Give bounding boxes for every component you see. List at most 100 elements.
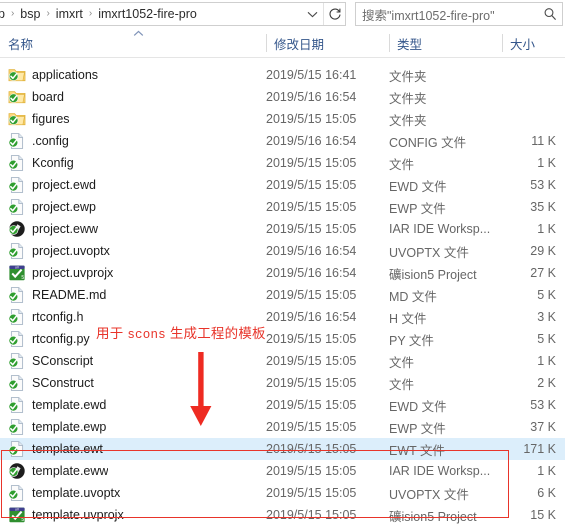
file-type: CONFIG 文件 [389, 135, 467, 150]
iar-workspace-icon [8, 220, 26, 238]
file-name: SConstruct [32, 376, 94, 390]
column-header-date-modified[interactable]: 修改日期 [266, 29, 389, 57]
file-type: 文件 [389, 377, 415, 392]
search-input[interactable]: 搜索"imxrt1052-fire-pro" [356, 5, 538, 24]
file-date-modified: 2019/5/15 15:05 [266, 376, 357, 390]
breadcrumb[interactable]: p › bsp › imxrt › imxrt1052-fire-pro [0, 3, 301, 25]
chevron-down-icon[interactable] [301, 3, 323, 25]
file-type: EWD 文件 [389, 399, 447, 414]
file-date-modified: 2019/5/15 15:05 [266, 332, 357, 346]
file-date-modified: 2019/5/16 16:54 [266, 310, 357, 324]
file-icon [8, 154, 26, 172]
file-icon [8, 132, 26, 150]
table-row[interactable]: figures 2019/5/15 15:05 文件夹 [0, 108, 565, 130]
file-type: PY 文件 [389, 333, 434, 348]
table-row[interactable]: rtconfig.py 2019/5/15 15:05 PY 文件 5 K [0, 328, 565, 350]
table-row[interactable]: SConstruct 2019/5/15 15:05 文件 2 K [0, 372, 565, 394]
file-name: template.ewp [32, 420, 107, 434]
file-icon [8, 352, 26, 370]
file-size: 1 K [537, 354, 556, 368]
address-bar[interactable]: p › bsp › imxrt › imxrt1052-fire-pro [0, 2, 346, 26]
file-type: 文件 [389, 157, 415, 172]
breadcrumb-separator-icon: › [46, 8, 50, 19]
annotation-note-suffix: 生成工程的模板 [165, 326, 266, 341]
file-name: board [32, 90, 64, 104]
file-date-modified: 2019/5/15 16:41 [266, 68, 357, 82]
table-row[interactable]: project.uvoptx 2019/5/16 16:54 UVOPTX 文件 29… [0, 240, 565, 262]
folder-icon [8, 110, 26, 128]
search-box[interactable]: 搜索"imxrt1052-fire-pro" [355, 2, 563, 26]
table-row[interactable]: template.ewd 2019/5/15 15:05 EWD 文件 53 K [0, 394, 565, 416]
breadcrumb-item-0[interactable]: p [0, 3, 7, 25]
table-row[interactable]: rtconfig.h 2019/5/16 16:54 H 文件 3 K [0, 306, 565, 328]
sort-ascending-icon [133, 30, 144, 39]
file-date-modified: 2019/5/15 15:05 [266, 288, 357, 302]
file-date-modified: 2019/5/15 15:05 [266, 112, 357, 126]
file-date-modified: 2019/5/15 15:05 [266, 222, 357, 236]
table-row[interactable]: project.ewp 2019/5/15 15:05 EWP 文件 35 K [0, 196, 565, 218]
table-row[interactable]: SConscript 2019/5/15 15:05 文件 1 K [0, 350, 565, 372]
table-row[interactable]: applications 2019/5/15 16:41 文件夹 [0, 64, 565, 86]
table-row[interactable]: README.md 2019/5/15 15:05 MD 文件 5 K [0, 284, 565, 306]
file-icon [8, 374, 26, 392]
column-divider [266, 34, 267, 52]
file-name: project.uvoptx [32, 244, 110, 258]
file-type: 礦ision5 Project [389, 267, 477, 282]
file-name: project.eww [32, 222, 98, 236]
refresh-icon[interactable] [323, 3, 345, 25]
breadcrumb-item-2[interactable]: imxrt [54, 3, 85, 25]
column-header-date-label: 修改日期 [274, 37, 325, 52]
table-row[interactable]: template.ewp 2019/5/15 15:05 EWP 文件 37 K [0, 416, 565, 438]
file-size: 1 K [537, 222, 556, 236]
file-size: 29 K [530, 244, 556, 258]
file-date-modified: 2019/5/15 15:05 [266, 354, 357, 368]
breadcrumb-item-1[interactable]: bsp [18, 3, 42, 25]
file-size: 35 K [530, 200, 556, 214]
file-name: Kconfig [32, 156, 74, 170]
file-type: EWP 文件 [389, 201, 446, 216]
file-size: 11 K [531, 134, 556, 148]
file-icon [8, 396, 26, 414]
explorer-toolbar: p › bsp › imxrt › imxrt1052-fire-pro 搜索"… [0, 0, 565, 28]
file-type: 文件夹 [389, 69, 427, 84]
file-type: UVOPTX 文件 [389, 245, 469, 260]
column-header-size-label: 大小 [510, 37, 536, 52]
file-size: 53 K [530, 178, 556, 192]
file-size: 5 K [537, 288, 556, 302]
file-icon [8, 286, 26, 304]
file-size: 2 K [537, 376, 556, 390]
table-row[interactable]: board 2019/5/16 16:54 文件夹 [0, 86, 565, 108]
column-header-type-label: 类型 [397, 37, 423, 52]
file-type: 文件夹 [389, 113, 427, 128]
file-date-modified: 2019/5/16 16:54 [266, 266, 357, 280]
svg-text:5: 5 [21, 275, 24, 281]
file-icon [8, 418, 26, 436]
table-row[interactable]: uV 5 project.uvprojx 2019/5/16 16:54 礦ision5… [0, 262, 565, 284]
search-icon[interactable] [538, 3, 562, 25]
table-row[interactable]: project.ewd 2019/5/15 15:05 EWD 文件 53 K [0, 174, 565, 196]
file-name: project.uvprojx [32, 266, 114, 280]
file-explorer-window: p › bsp › imxrt › imxrt1052-fire-pro 搜索"… [0, 0, 565, 524]
file-icon [8, 330, 26, 348]
file-type: 文件 [389, 355, 415, 370]
table-row[interactable]: project.eww 2019/5/15 15:05 IAR IDE Worksp… [0, 218, 565, 240]
highlight-rectangle-annotation [1, 450, 509, 518]
file-size: 53 K [530, 398, 556, 412]
annotation-note-prefix: 用于 [96, 326, 128, 341]
annotation-note-mono: scons [127, 328, 166, 342]
file-name: README.md [32, 288, 107, 302]
table-row[interactable]: .config 2019/5/16 16:54 CONFIG 文件 11 K [0, 130, 565, 152]
file-name: .config [32, 134, 69, 148]
file-date-modified: 2019/5/16 16:54 [266, 244, 357, 258]
breadcrumb-item-3[interactable]: imxrt1052-fire-pro [96, 3, 199, 25]
file-size: 5 K [537, 332, 556, 346]
table-row[interactable]: Kconfig 2019/5/15 15:05 文件 1 K [0, 152, 565, 174]
column-header-type[interactable]: 类型 [389, 29, 502, 57]
file-name: rtconfig.py [32, 332, 90, 346]
file-date-modified: 2019/5/15 15:05 [266, 398, 357, 412]
file-date-modified: 2019/5/15 15:05 [266, 178, 357, 192]
down-arrow-annotation-icon [186, 352, 216, 433]
column-header-size[interactable]: 大小 [502, 29, 565, 57]
file-name: applications [32, 68, 99, 82]
file-type: MD 文件 [389, 289, 437, 304]
